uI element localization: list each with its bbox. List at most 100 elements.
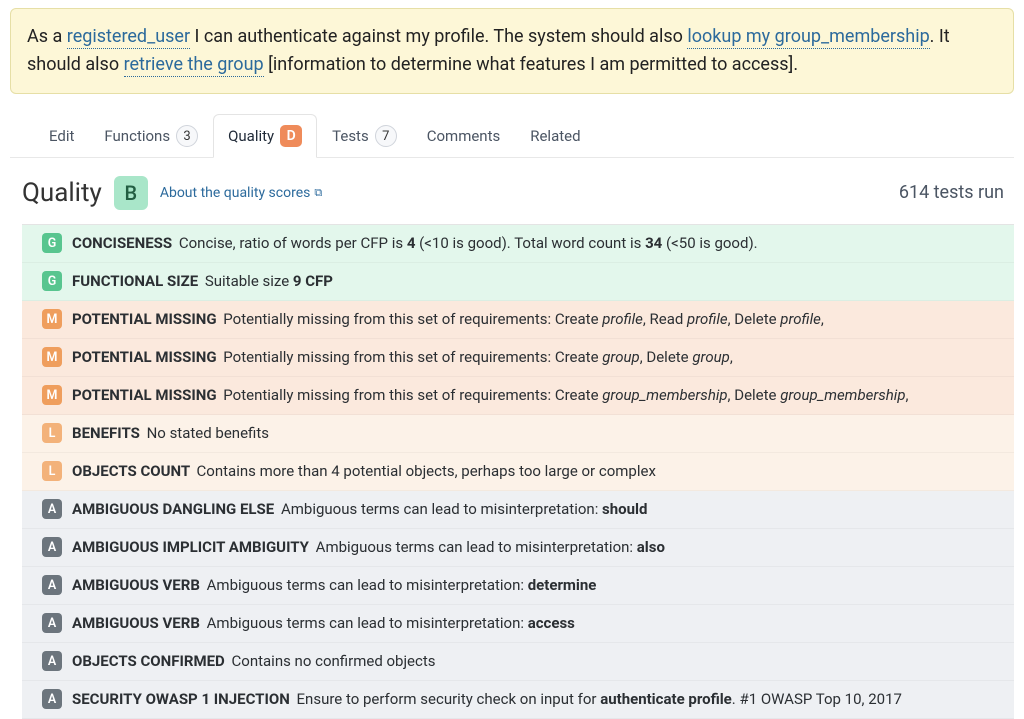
finding-text-segment: profile — [602, 310, 643, 328]
finding-text: AMBIGUOUS VERB Ambiguous terms can lead … — [72, 575, 1004, 596]
quality-finding-row[interactable]: A AMBIGUOUS VERB Ambiguous terms can lead… — [22, 567, 1014, 605]
story-entity-registered-user[interactable]: registered_user — [67, 26, 190, 49]
finding-severity-badge: M — [42, 309, 62, 329]
finding-text-segment: access — [528, 614, 575, 632]
finding-text-segment: Concise, ratio of words per CFP is — [179, 234, 407, 252]
finding-text-segment: (<10 is good). Total word count is — [415, 234, 645, 252]
finding-text-segment: , Delete — [728, 310, 781, 328]
finding-severity-badge: A — [42, 689, 62, 709]
finding-text: AMBIGUOUS IMPLICIT AMBIGUITY Ambiguous t… — [72, 537, 1004, 558]
finding-text: POTENTIAL MISSING Potentially missing fr… — [72, 385, 1004, 406]
finding-text-segment: Ambiguous terms can lead to misinterpret… — [316, 538, 637, 556]
quality-findings-list: G CONCISENESS Concise, ratio of words per… — [22, 224, 1014, 719]
story-text: As a — [27, 26, 67, 47]
finding-text-segment: profile — [687, 310, 728, 328]
finding-severity-badge: A — [42, 575, 62, 595]
finding-severity-badge: G — [42, 233, 62, 253]
finding-text-segment: 9 CFP — [293, 272, 333, 290]
tab-label: Tests — [332, 127, 369, 145]
tab-label: Functions — [104, 127, 170, 145]
finding-text-segment: , Read — [643, 310, 687, 328]
tab-label: Quality — [228, 127, 274, 145]
quality-finding-row[interactable]: L OBJECTS COUNT Contains more than 4 pote… — [22, 453, 1014, 491]
story-entity-retrieve-group[interactable]: retrieve the group — [124, 54, 264, 77]
finding-text: OBJECTS COUNT Contains more than 4 poten… — [72, 461, 1004, 482]
finding-severity-badge: L — [42, 423, 62, 443]
finding-category: AMBIGUOUS VERB — [72, 576, 204, 594]
story-text: I can authenticate against my profile. T… — [190, 26, 687, 47]
finding-category: POTENTIAL MISSING — [72, 386, 220, 404]
finding-text-segment: group — [602, 348, 639, 366]
tab-quality[interactable]: Quality D — [213, 114, 317, 158]
finding-text: SECURITY OWASP 1 INJECTION Ensure to per… — [72, 689, 1004, 710]
finding-text-segment: should — [602, 500, 647, 518]
finding-severity-badge: G — [42, 271, 62, 291]
quality-finding-row[interactable]: M POTENTIAL MISSING Potentially missing f… — [22, 339, 1014, 377]
finding-text-segment: Potentially missing from this set of req… — [223, 310, 602, 328]
finding-severity-badge: A — [42, 613, 62, 633]
finding-text: OBJECTS CONFIRMED Contains no confirmed … — [72, 651, 1004, 672]
finding-category: AMBIGUOUS VERB — [72, 614, 204, 632]
finding-text-segment: 34 — [645, 234, 662, 252]
section-title: Quality — [22, 178, 102, 208]
finding-text: POTENTIAL MISSING Potentially missing fr… — [72, 347, 1004, 368]
about-quality-scores-link[interactable]: About the quality scores ⧉ — [160, 185, 322, 201]
tab-tests-count: 7 — [375, 125, 397, 147]
finding-category: CONCISENESS — [72, 234, 176, 252]
finding-text-segment: Contains no confirmed objects — [232, 652, 436, 670]
tests-run-count: 614 tests run — [899, 182, 1004, 203]
quality-finding-row[interactable]: MPOTENTIAL MISSING Potentially missing f… — [22, 377, 1014, 415]
quality-finding-row[interactable]: AAMBIGUOUS IMPLICIT AMBIGUITY Ambiguous … — [22, 529, 1014, 567]
finding-category: FUNCTIONAL SIZE — [72, 272, 202, 290]
tab-functions-count: 3 — [176, 125, 198, 147]
quality-finding-row[interactable]: AOBJECTS CONFIRMED Contains no confirmed… — [22, 643, 1014, 681]
finding-text-segment: . #1 OWASP Top 10, 2017 — [732, 690, 902, 708]
tab-comments[interactable]: Comments — [412, 114, 516, 158]
finding-text-segment: determine — [528, 576, 597, 594]
finding-severity-badge: L — [42, 461, 62, 481]
finding-text-segment: , — [821, 310, 824, 328]
quality-finding-row[interactable]: G CONCISENESS Concise, ratio of words per… — [22, 225, 1014, 263]
tab-label: Comments — [427, 127, 501, 145]
tab-edit[interactable]: Edit — [34, 114, 89, 158]
finding-text: AMBIGUOUS VERB Ambiguous terms can lead … — [72, 613, 1004, 634]
finding-text-segment: Ambiguous terms can lead to misinterpret… — [281, 500, 602, 518]
tab-related[interactable]: Related — [515, 114, 595, 158]
quality-finding-row[interactable]: A AMBIGUOUS VERB Ambiguous terms can lead… — [22, 605, 1014, 643]
finding-category: SECURITY OWASP 1 INJECTION — [72, 690, 294, 708]
finding-text-segment: group_membership — [780, 386, 905, 404]
finding-category: AMBIGUOUS DANGLING ELSE — [72, 500, 278, 518]
finding-text-segment: authenticate profile — [600, 690, 732, 708]
quality-finding-row[interactable]: G FUNCTIONAL SIZE Suitable size 9 CFP — [22, 263, 1014, 301]
finding-text-segment: Ambiguous terms can lead to misinterpret… — [207, 614, 528, 632]
quality-section-header: Quality B About the quality scores ⧉ 614… — [22, 176, 1014, 210]
quality-finding-row[interactable]: A AMBIGUOUS DANGLING ELSE Ambiguous terms… — [22, 491, 1014, 529]
finding-text-segment: , — [906, 386, 909, 404]
quality-finding-row[interactable]: M POTENTIAL MISSING Potentially missing f… — [22, 301, 1014, 339]
finding-category: POTENTIAL MISSING — [72, 310, 220, 328]
tab-bar: Edit Functions 3 Quality D Tests 7 Comme… — [10, 114, 1014, 158]
story-text: [information to determine what features … — [264, 54, 798, 75]
finding-text-segment: , Delete — [728, 386, 781, 404]
finding-text: BENEFITS No stated benefits — [72, 423, 1004, 444]
finding-severity-badge: M — [42, 347, 62, 367]
finding-text: FUNCTIONAL SIZE Suitable size 9 CFP — [72, 271, 1004, 292]
finding-text-segment: group — [692, 348, 729, 366]
finding-text-segment: profile — [780, 310, 821, 328]
finding-text: POTENTIAL MISSING Potentially missing fr… — [72, 309, 1004, 330]
quality-finding-row[interactable]: L BENEFITS No stated benefits — [22, 415, 1014, 453]
finding-text-segment: Ensure to perform security check on inpu… — [297, 690, 601, 708]
finding-text-segment: Contains more than 4 potential objects, … — [197, 462, 656, 480]
finding-severity-badge: A — [42, 499, 62, 519]
tab-tests[interactable]: Tests 7 — [317, 114, 412, 158]
finding-text: CONCISENESS Concise, ratio of words per … — [72, 233, 1004, 254]
story-entity-lookup-group-membership[interactable]: lookup my group_membership — [687, 26, 929, 49]
quality-finding-row[interactable]: A SECURITY OWASP 1 INJECTION Ensure to pe… — [22, 681, 1014, 719]
finding-text-segment: Ambiguous terms can lead to misinterpret… — [207, 576, 528, 594]
finding-category: AMBIGUOUS IMPLICIT AMBIGUITY — [72, 538, 313, 556]
finding-text-segment: group_membership — [602, 386, 727, 404]
tab-functions[interactable]: Functions 3 — [89, 114, 213, 158]
quality-overall-grade: B — [114, 176, 148, 210]
finding-text-segment: , Delete — [640, 348, 693, 366]
finding-category: OBJECTS COUNT — [72, 462, 194, 480]
